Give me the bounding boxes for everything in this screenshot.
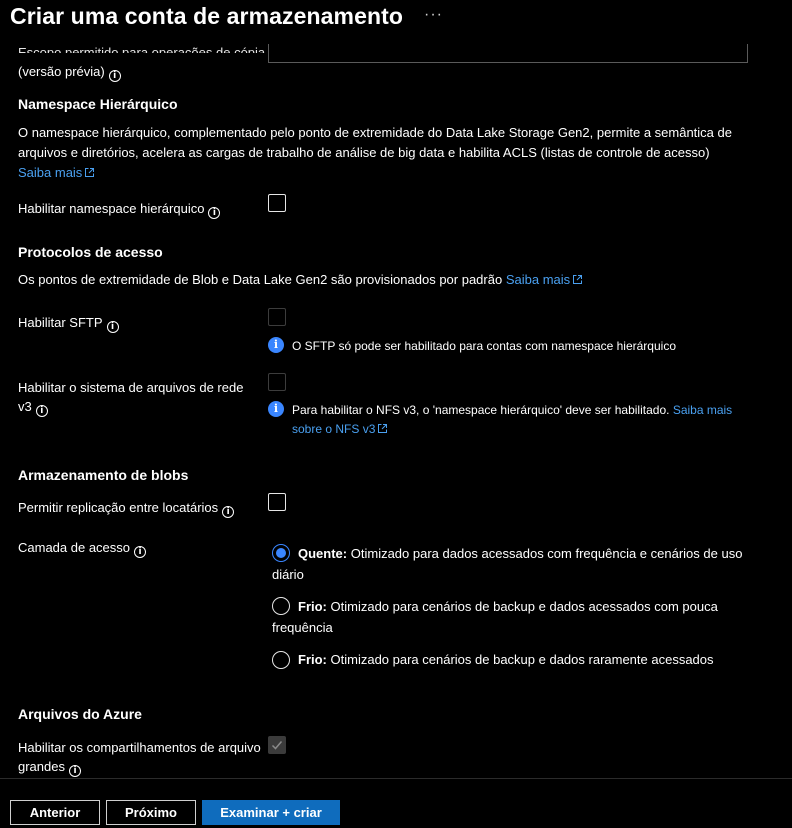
access-tier-option-cold[interactable]: Frio: Otimizado para cenários de backup … (272, 649, 752, 670)
checkmark-icon (271, 741, 283, 750)
learn-more-link-hierarchical[interactable]: Saiba mais (18, 165, 95, 180)
nfs-info-text: Para habilitar o NFS v3, o 'namespace hi… (292, 403, 733, 436)
footer-bar: Anterior Próximo Examinar + criar (0, 778, 792, 828)
enable-sftp-label: Habilitar SFTP i (18, 314, 119, 333)
section-heading-blob: Armazenamento de blobs (18, 467, 189, 483)
review-create-button[interactable]: Examinar + criar (202, 800, 340, 825)
title-bar: Criar uma conta de armazenamento ··· (0, 0, 792, 42)
more-ellipsis-icon[interactable]: ··· (424, 6, 443, 24)
previous-button[interactable]: Anterior (10, 800, 100, 825)
section-heading-hierarchical: Namespace Hierárquico (18, 96, 178, 112)
large-shares-checkbox[interactable] (268, 736, 286, 754)
form-content: Escopo permitido para operações de cópia… (0, 0, 792, 778)
info-icon[interactable]: i (68, 765, 81, 777)
external-link-icon (573, 275, 583, 284)
sftp-info-text: O SFTP só pode ser habilitado para conta… (292, 339, 676, 353)
info-icon[interactable]: i (108, 70, 121, 82)
page-title: Criar uma conta de armazenamento (10, 3, 404, 29)
learn-more-link-protocols[interactable]: Saiba mais (506, 272, 583, 287)
section-heading-azure-files: Arquivos do Azure (18, 706, 142, 722)
info-icon[interactable]: i (106, 321, 119, 333)
hierarchical-description: O namespace hierárquico, complementado p… (18, 125, 732, 180)
access-tier-option-hot[interactable]: Quente: Otimizado para dados acessados c… (272, 543, 752, 585)
learn-more-link-nfs-1[interactable]: Saiba mais (673, 403, 732, 417)
learn-more-link-nfs-2[interactable]: sobre o NFS v3 (292, 422, 388, 436)
info-icon: i (268, 337, 284, 353)
enable-hierarchical-label: Habilitar namespace hierárquico i (18, 200, 221, 219)
cross-tenant-label: Permitir replicação entre locatários i (18, 499, 235, 518)
external-link-icon (85, 168, 95, 177)
enable-sftp-checkbox[interactable] (268, 308, 286, 326)
enable-nfs-label: Habilitar o sistema de arquivos de rede … (18, 380, 244, 417)
section-heading-protocols: Protocolos de acesso (18, 244, 163, 260)
large-shares-label: Habilitar os compartilhamentos de arquiv… (18, 740, 261, 777)
external-link-icon (378, 424, 388, 433)
info-icon[interactable]: i (35, 405, 48, 417)
copy-scope-label: (versão prévia) i (18, 63, 121, 82)
access-tier-option-cool[interactable]: Frio: Otimizado para cenários de backup … (272, 596, 752, 638)
info-icon[interactable]: i (134, 546, 147, 558)
enable-nfs-checkbox[interactable] (268, 373, 286, 391)
copy-scope-label-cut: Escopo permitido para operações de cópia (18, 45, 266, 53)
info-icon: i (268, 401, 284, 417)
access-tier-label: Camada de acesso i (18, 539, 147, 558)
cross-tenant-checkbox[interactable] (268, 493, 286, 511)
copy-scope-dropdown[interactable] (268, 44, 748, 63)
protocols-description: Os pontos de extremidade de Blob e Data … (18, 271, 583, 289)
info-icon[interactable]: i (208, 207, 221, 219)
enable-hierarchical-checkbox[interactable] (268, 194, 286, 212)
info-icon[interactable]: i (222, 506, 235, 518)
next-button[interactable]: Próximo (106, 800, 196, 825)
